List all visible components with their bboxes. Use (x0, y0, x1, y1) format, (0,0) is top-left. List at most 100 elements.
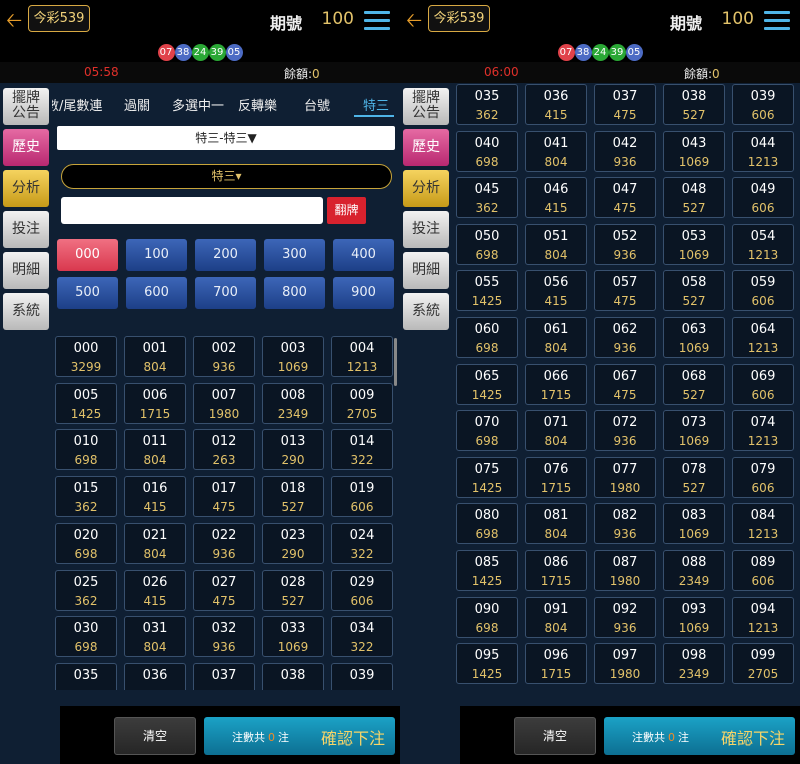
number-cell[interactable]: 037 (193, 662, 255, 690)
number-cell[interactable]: 073 1069 (663, 410, 725, 452)
number-cell[interactable]: 054 1213 (732, 223, 794, 265)
number-cell[interactable]: 060 698 (456, 317, 518, 358)
number-cell[interactable]: 081 804 (525, 503, 587, 545)
number-cell[interactable]: 053 1069 (663, 223, 725, 265)
hundreds-button[interactable]: 900 (333, 277, 394, 309)
sidebar-bet[interactable]: 投注 (403, 211, 449, 248)
number-cell[interactable]: 067 475 (594, 363, 656, 405)
number-cell[interactable]: 056 415 (525, 270, 587, 312)
number-cell[interactable]: 063 1069 (663, 317, 725, 358)
number-cell[interactable]: 093 1069 (663, 596, 725, 638)
number-cell[interactable]: 026 415 (124, 569, 186, 611)
number-cell[interactable]: 051 804 (525, 223, 587, 265)
number-cell[interactable]: 018 527 (262, 476, 324, 518)
number-cell[interactable]: 071 804 (525, 410, 587, 452)
number-cell[interactable]: 061 804 (525, 317, 587, 358)
number-cell[interactable]: 075 1425 (456, 456, 518, 498)
number-cell[interactable]: 017 475 (193, 476, 255, 518)
number-cell[interactable]: 039 606 (732, 84, 794, 125)
number-cell[interactable]: 001 804 (124, 336, 186, 377)
number-cell[interactable]: 025 362 (55, 569, 117, 611)
number-cell[interactable]: 085 1425 (456, 550, 518, 591)
number-cell[interactable]: 077 1980 (594, 456, 656, 498)
number-cell[interactable]: 023 290 (262, 522, 324, 564)
number-cell[interactable]: 079 606 (732, 456, 794, 498)
number-cell[interactable]: 086 1715 (525, 550, 587, 591)
sidebar-notice[interactable]: 擺牌公告 (3, 88, 49, 125)
number-cell[interactable]: 010 698 (55, 429, 117, 471)
sidebar-system[interactable]: 系統 (403, 293, 449, 330)
number-cell[interactable]: 070 698 (456, 410, 518, 452)
number-cell[interactable]: 055 1425 (456, 270, 518, 312)
number-cell[interactable]: 090 698 (456, 596, 518, 638)
scrollbar[interactable] (394, 338, 397, 386)
sidebar-analysis[interactable]: 分析 (3, 170, 49, 207)
number-cell[interactable]: 042 936 (594, 130, 656, 172)
confirm-bet-button[interactable]: 注數共 0 注 確認下注 (204, 717, 395, 755)
sidebar-bet[interactable]: 投注 (3, 211, 49, 248)
number-cell[interactable]: 062 936 (594, 317, 656, 358)
number-cell[interactable]: 019 606 (331, 476, 393, 518)
number-cell[interactable]: 088 2349 (663, 550, 725, 591)
number-cell[interactable]: 038 (262, 662, 324, 690)
number-cell[interactable]: 005 1425 (55, 382, 117, 424)
number-cell[interactable]: 020 698 (55, 522, 117, 564)
number-cell[interactable]: 084 1213 (732, 503, 794, 545)
clear-button[interactable]: 清空 (514, 717, 596, 755)
hundreds-button[interactable]: 500 (57, 277, 118, 309)
number-cell[interactable]: 015 362 (55, 476, 117, 518)
number-cell[interactable]: 078 527 (663, 456, 725, 498)
number-cell[interactable]: 004 1213 (331, 336, 393, 377)
hundreds-button[interactable]: 400 (333, 239, 394, 271)
hundreds-button[interactable]: 200 (195, 239, 256, 271)
number-cell[interactable]: 038 527 (663, 84, 725, 125)
hamburger-menu-icon[interactable] (364, 11, 390, 31)
hundreds-button[interactable]: 000 (57, 239, 118, 271)
sidebar-notice[interactable]: 擺牌公告 (403, 88, 449, 125)
number-cell[interactable]: 021 804 (124, 522, 186, 564)
sidebar-details[interactable]: 明細 (3, 252, 49, 289)
number-cell[interactable]: 035 (55, 662, 117, 690)
number-cell[interactable]: 036 415 (525, 84, 587, 125)
number-cell[interactable]: 099 2705 (732, 643, 794, 685)
hamburger-menu-icon[interactable] (764, 11, 790, 31)
sidebar-history[interactable]: 歷史 (3, 129, 49, 166)
sidebar-details[interactable]: 明細 (403, 252, 449, 289)
number-cell[interactable]: 083 1069 (663, 503, 725, 545)
bet-subtype-dropdown[interactable]: 特三-特三▼ (57, 126, 395, 150)
number-cell[interactable]: 003 1069 (262, 336, 324, 377)
number-cell[interactable]: 048 527 (663, 177, 725, 219)
number-cell[interactable]: 011 804 (124, 429, 186, 471)
number-cell[interactable]: 007 1980 (193, 382, 255, 424)
lottery-select-button[interactable]: 今彩539 (28, 5, 90, 32)
number-cell[interactable]: 037 475 (594, 84, 656, 125)
number-cell[interactable]: 046 415 (525, 177, 587, 219)
number-cell[interactable]: 035 362 (456, 84, 518, 125)
lottery-select-button[interactable]: 今彩539 (428, 5, 490, 32)
number-cell[interactable]: 068 527 (663, 363, 725, 405)
number-cell[interactable]: 034 322 (331, 616, 393, 658)
number-cell[interactable]: 040 698 (456, 130, 518, 172)
hundreds-button[interactable]: 700 (195, 277, 256, 309)
number-cell[interactable]: 030 698 (55, 616, 117, 658)
number-cell[interactable]: 082 936 (594, 503, 656, 545)
number-cell[interactable]: 065 1425 (456, 363, 518, 405)
number-cell[interactable]: 009 2705 (331, 382, 393, 424)
number-cell[interactable]: 092 936 (594, 596, 656, 638)
number-cell[interactable]: 016 415 (124, 476, 186, 518)
number-cell[interactable]: 057 475 (594, 270, 656, 312)
number-cell[interactable]: 076 1715 (525, 456, 587, 498)
number-cell[interactable]: 000 3299 (55, 336, 117, 377)
number-cell[interactable]: 098 2349 (663, 643, 725, 685)
number-cell[interactable]: 043 1069 (663, 130, 725, 172)
number-cell[interactable]: 039 (331, 662, 393, 690)
number-cell[interactable]: 029 606 (331, 569, 393, 611)
number-cell[interactable]: 097 1980 (594, 643, 656, 685)
number-cell[interactable]: 091 804 (525, 596, 587, 638)
hundreds-button[interactable]: 800 (264, 277, 325, 309)
number-cell[interactable]: 059 606 (732, 270, 794, 312)
number-cell[interactable]: 028 527 (262, 569, 324, 611)
number-cell[interactable]: 069 606 (732, 363, 794, 405)
hundreds-button[interactable]: 600 (126, 277, 187, 309)
number-cell[interactable]: 087 1980 (594, 550, 656, 591)
